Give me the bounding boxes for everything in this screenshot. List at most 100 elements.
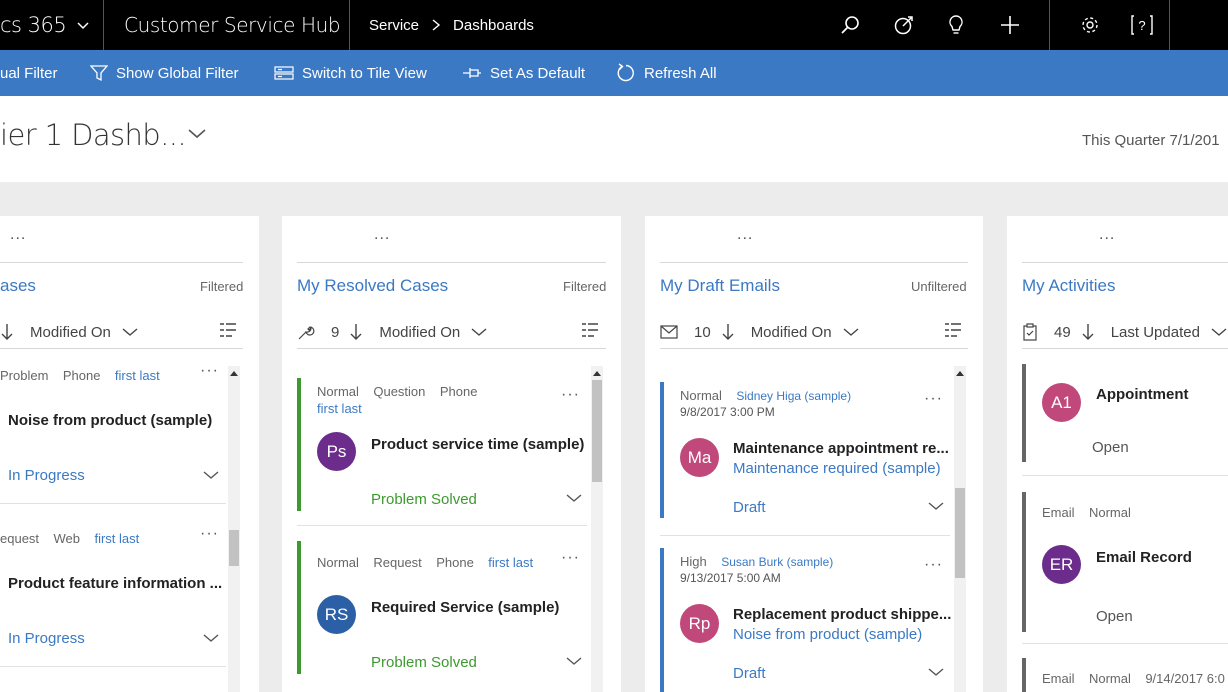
help-icon[interactable]: ? [1122, 0, 1162, 50]
set-as-default-button[interactable]: Set As Default [462, 50, 585, 96]
card-more-button[interactable]: ··· [561, 386, 580, 404]
case-type: Request [373, 555, 422, 570]
chevron-down-icon[interactable] [121, 326, 139, 338]
owner-link[interactable]: first last [94, 531, 139, 546]
scroll-up-icon[interactable] [593, 370, 601, 376]
lightbulb-icon[interactable] [936, 0, 976, 50]
card-more-button[interactable]: ··· [924, 556, 943, 574]
stream-scrollbar[interactable] [591, 366, 603, 692]
breadcrumb-dashboards[interactable]: Dashboards [453, 17, 534, 34]
chevron-down-icon[interactable] [566, 493, 582, 503]
target-icon[interactable] [884, 0, 924, 50]
divider [1022, 643, 1228, 644]
chevron-down-icon[interactable] [470, 326, 488, 338]
hub-title[interactable]: Customer Service Hub [104, 0, 350, 50]
stream-sort-row: 49 Last Updated [1022, 319, 1228, 345]
regarding-link[interactable]: Maintenance required (sample) [733, 460, 941, 477]
contact-link[interactable]: Sidney Higa (sample) [736, 389, 851, 403]
stream-more-button[interactable]: ... [737, 226, 753, 244]
sort-arrow-down-icon[interactable] [0, 323, 14, 341]
app-switcher[interactable]: cs 365 [0, 0, 104, 50]
card-title[interactable]: Appointment [1096, 386, 1188, 403]
card-more-button[interactable]: ··· [200, 525, 219, 543]
refresh-all-button[interactable]: Refresh All [616, 50, 717, 96]
list-view-icon[interactable] [944, 322, 962, 338]
card-accent-bar [660, 382, 664, 518]
search-icon[interactable] [830, 0, 870, 50]
chevron-down-icon[interactable] [842, 326, 860, 338]
switch-to-tile-view-label: Switch to Tile View [302, 64, 427, 82]
chevron-down-icon[interactable] [203, 470, 219, 480]
stream-title[interactable]: My Activities [1022, 276, 1116, 296]
stream-more-button[interactable]: ... [374, 226, 390, 244]
owner-link[interactable]: first last [317, 401, 362, 416]
owner-link[interactable]: first last [115, 368, 160, 383]
chevron-down-icon[interactable] [928, 667, 944, 677]
case-card[interactable]: Normal Request Phone first last ··· RS R… [297, 541, 587, 689]
regarding-link[interactable]: Noise from product (sample) [733, 626, 922, 643]
stream-scrollbar[interactable] [228, 366, 240, 692]
email-card[interactable]: High Susan Burk (sample) 9/13/2017 5:00 … [660, 548, 951, 692]
chevron-down-icon [77, 22, 89, 30]
activity-card[interactable]: A1 Appointment Open [1022, 364, 1228, 476]
case-card[interactable]: Problem Phone first last ··· Noise from … [0, 362, 226, 504]
stream-title[interactable]: My Resolved Cases [297, 276, 448, 296]
card-title[interactable]: Product feature information ... [8, 575, 222, 592]
sort-field[interactable]: Modified On [379, 324, 460, 341]
breadcrumb-service[interactable]: Service [369, 17, 419, 34]
breadcrumb: Service Dashboards [369, 0, 534, 50]
stream-scrollbar[interactable] [954, 366, 966, 692]
chevron-down-icon[interactable] [1210, 326, 1228, 338]
card-title[interactable]: Noise from product (sample) [8, 412, 212, 429]
card-more-button[interactable]: ··· [200, 362, 219, 380]
email-card[interactable]: Normal Sidney Higa (sample) 9/8/2017 3:0… [660, 382, 950, 536]
scroll-thumb[interactable] [592, 380, 602, 482]
case-card[interactable]: Normal Question Phone first last ··· Ps … [297, 378, 587, 526]
owner-link[interactable]: first last [488, 555, 533, 570]
card-more-button[interactable]: ··· [924, 390, 943, 408]
sort-field[interactable]: Last Updated [1111, 324, 1200, 341]
list-view-icon[interactable] [219, 322, 237, 338]
stream-more-button[interactable]: ... [1099, 226, 1115, 244]
card-status: Open [1096, 608, 1133, 625]
sort-arrow-down-icon[interactable] [1081, 323, 1095, 341]
chevron-down-icon[interactable] [928, 501, 944, 511]
chevron-down-icon[interactable] [203, 633, 219, 643]
activity-card[interactable]: Email Normal 9/14/2017 6:0 [1022, 658, 1228, 692]
card-title[interactable]: Maintenance appointment re... [733, 440, 949, 457]
sort-arrow-down-icon[interactable] [349, 323, 363, 341]
case-card[interactable]: equest Web first last ··· Product featur… [0, 525, 226, 667]
stream-filter-status: Filtered [200, 279, 244, 294]
activity-card[interactable]: Email Normal ER Email Record Open [1022, 492, 1228, 644]
sort-field[interactable]: Modified On [30, 324, 111, 341]
card-title[interactable]: Email Record [1096, 549, 1192, 566]
chevron-down-icon[interactable] [186, 126, 208, 140]
record-count: 49 [1054, 323, 1071, 341]
card-title[interactable]: Product service time (sample) [371, 436, 584, 453]
switch-to-tile-view-button[interactable]: Switch to Tile View [274, 50, 427, 96]
list-view-icon[interactable] [581, 322, 599, 338]
sort-field[interactable]: Modified On [751, 324, 832, 341]
card-meta: equest Web first last [0, 531, 139, 546]
contact-link[interactable]: Susan Burk (sample) [721, 555, 833, 569]
time-period[interactable]: This Quarter 7/1/201 [1082, 132, 1220, 149]
card-more-button[interactable]: ··· [561, 549, 580, 567]
stream-more-button[interactable]: ... [10, 226, 26, 244]
card-title[interactable]: Required Service (sample) [371, 599, 559, 616]
show-global-filter-button[interactable]: Show Global Filter [90, 50, 239, 96]
stream-title[interactable]: ases [0, 276, 36, 296]
sort-arrow-down-icon[interactable] [721, 323, 735, 341]
scroll-thumb[interactable] [229, 530, 239, 566]
scroll-up-icon[interactable] [956, 370, 964, 376]
visual-filter-button[interactable]: ual Filter [0, 50, 58, 96]
priority: Normal [680, 388, 722, 403]
gear-icon[interactable] [1070, 0, 1110, 50]
stream-title[interactable]: My Draft Emails [660, 276, 780, 296]
scroll-up-icon[interactable] [230, 370, 238, 376]
plus-icon[interactable] [990, 0, 1030, 50]
card-title[interactable]: Replacement product shippe... [733, 606, 951, 623]
chevron-down-icon[interactable] [566, 656, 582, 666]
scroll-thumb[interactable] [955, 488, 965, 578]
dashboard-title[interactable]: ier 1 Dashb... [0, 118, 187, 152]
card-status: In Progress [8, 467, 85, 484]
